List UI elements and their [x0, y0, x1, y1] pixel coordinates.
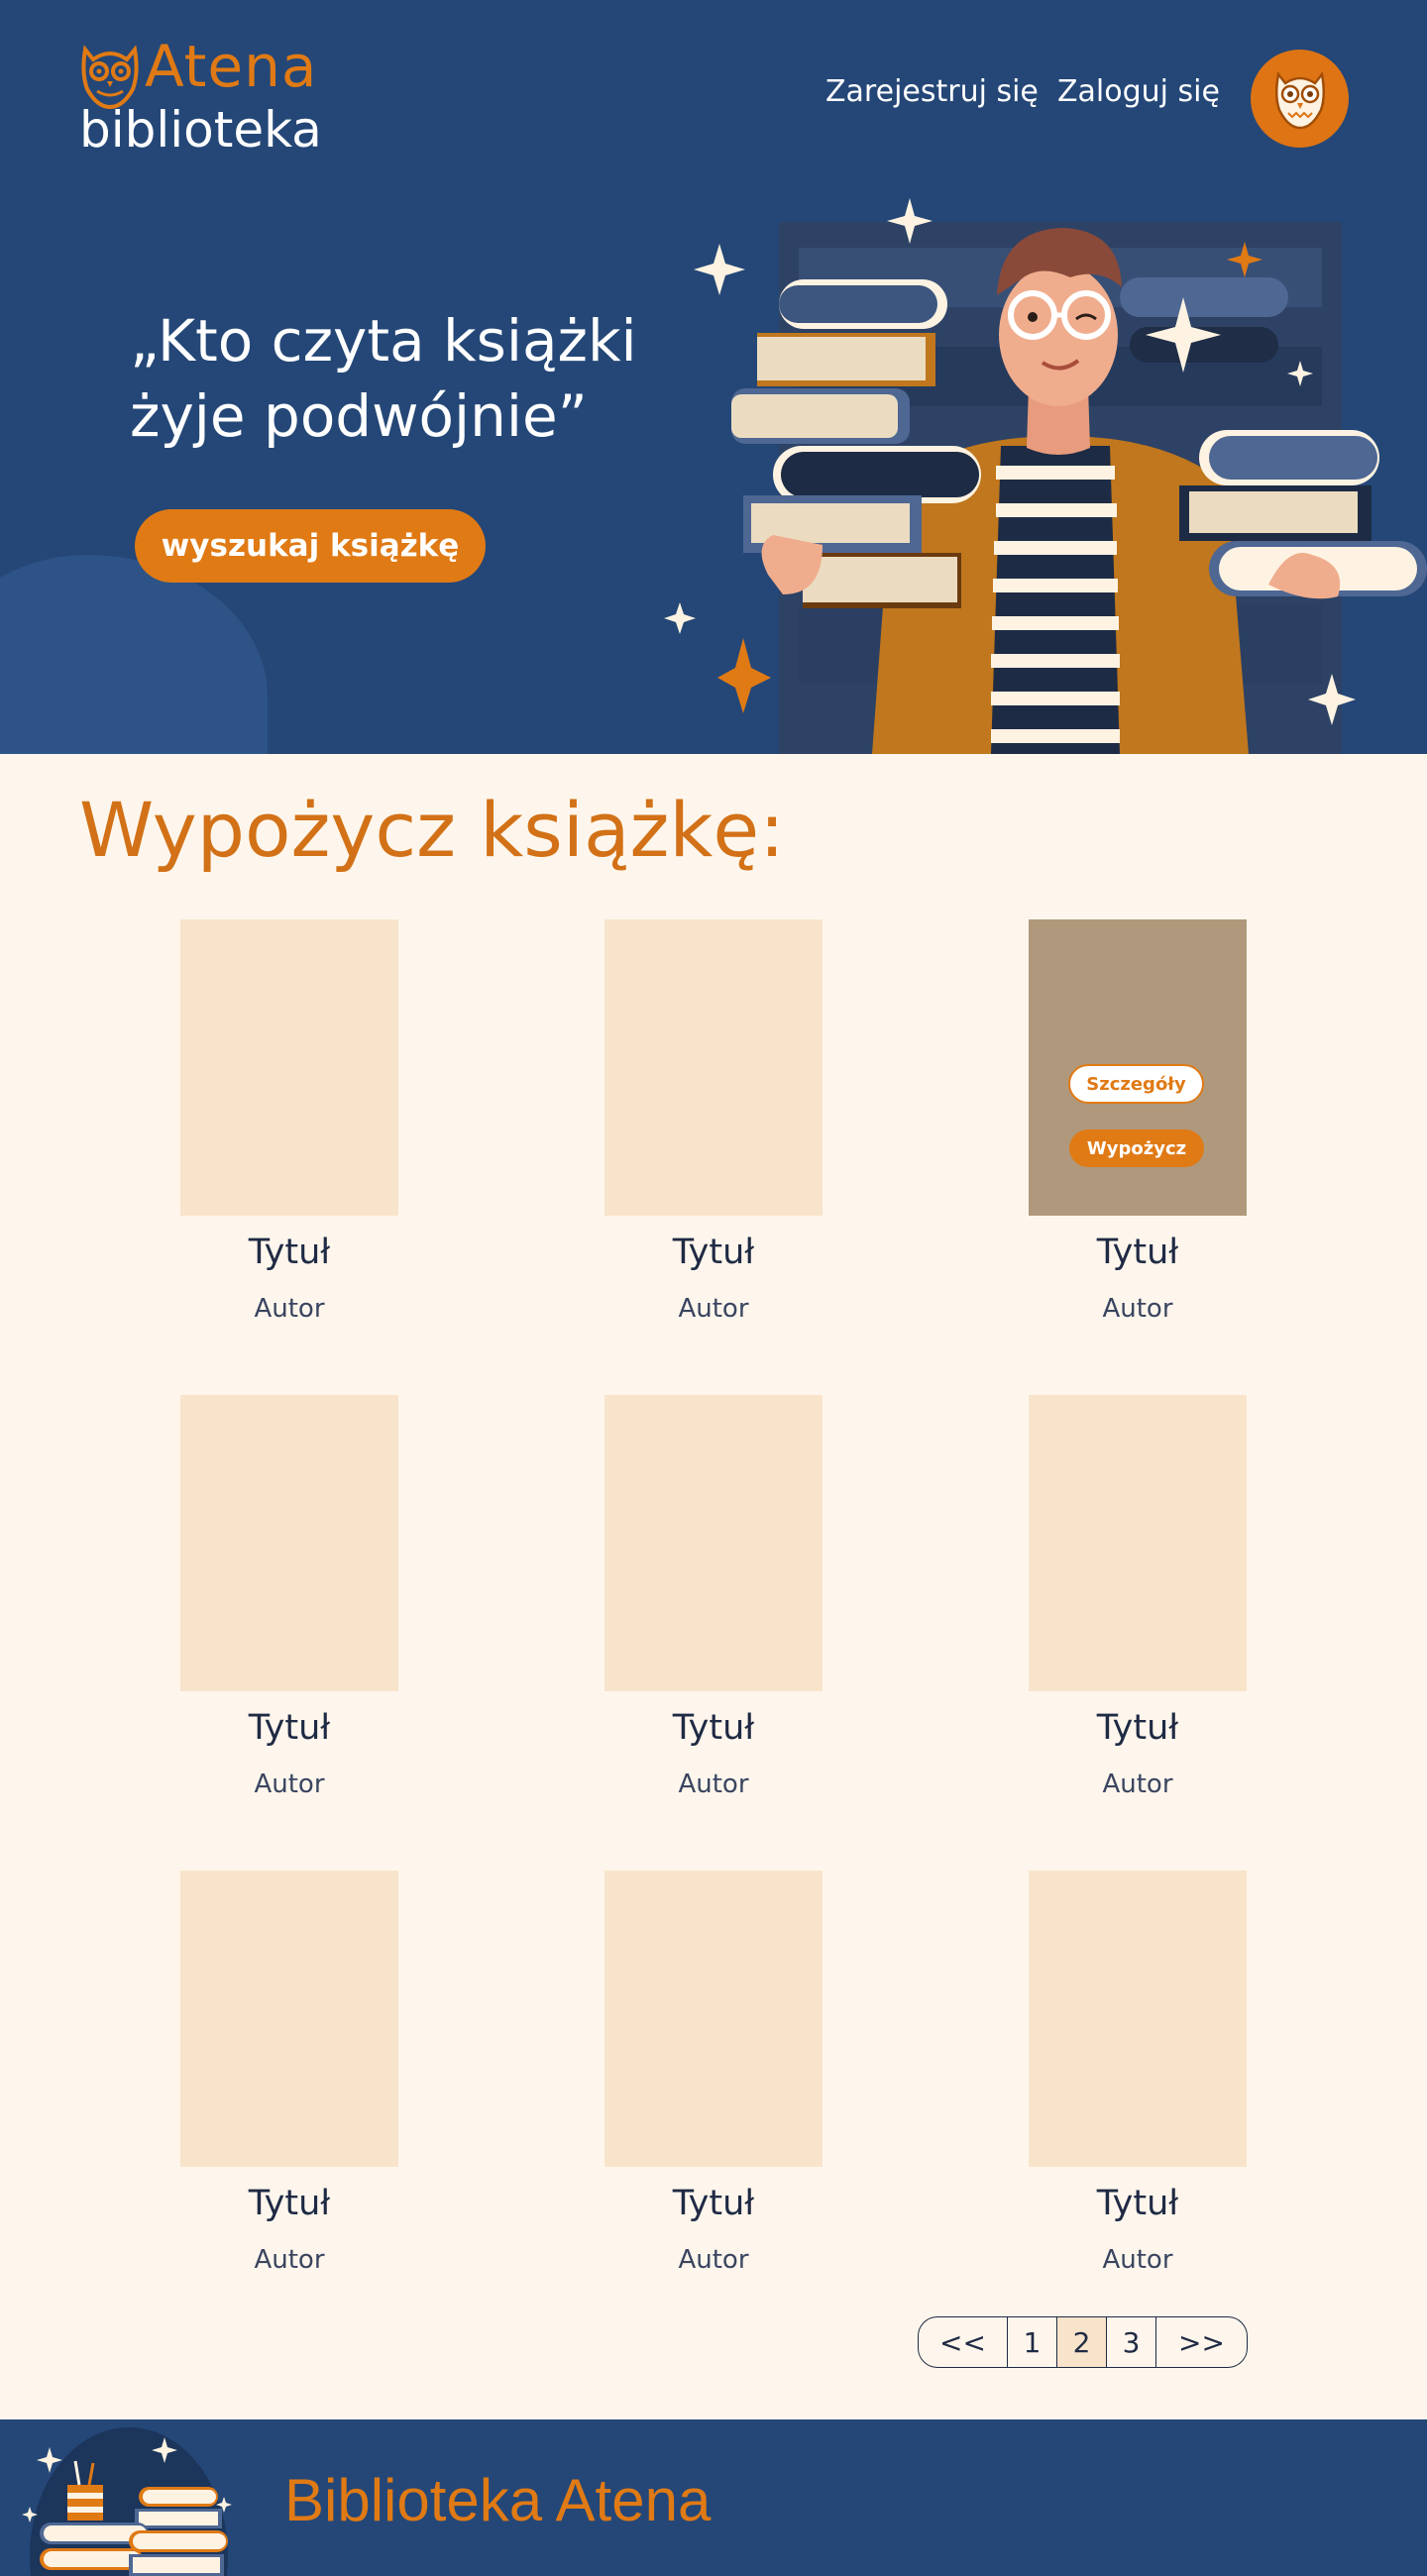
nav-register-link[interactable]: Zarejestruj się [825, 77, 1039, 107]
book-title: Tytuł [672, 1233, 755, 1272]
books-stack-illustration [22, 2427, 232, 2576]
book-title: Tytuł [1096, 1233, 1179, 1272]
book-cover[interactable] [604, 1395, 823, 1691]
book-author: Autor [254, 2245, 325, 2275]
book-author: Autor [678, 1294, 749, 1324]
book-card[interactable]: Tytuł Autor [604, 919, 823, 1322]
book-title: Tytuł [1096, 2184, 1179, 2223]
book-author: Autor [254, 1294, 325, 1324]
book-cover[interactable]: Szczegóły Wypożycz [1029, 919, 1247, 1216]
book-cover[interactable] [604, 1871, 823, 2167]
book-title: Tytuł [1096, 1708, 1179, 1748]
hero-quote: „Kto czyta książki żyje podwójnie” [130, 303, 685, 454]
book-author: Autor [1102, 2245, 1173, 2275]
pagination-next-button[interactable]: >> [1156, 2317, 1247, 2367]
pagination-page-1[interactable]: 1 [1008, 2317, 1057, 2367]
pagination-prev-button[interactable]: << [919, 2317, 1008, 2367]
user-avatar-button[interactable] [1251, 50, 1349, 148]
footer-title: Biblioteka Atena [284, 2467, 712, 2533]
book-author: Autor [254, 1770, 325, 1799]
reader-with-books-illustration [664, 198, 1427, 754]
book-author: Autor [1102, 1770, 1173, 1799]
book-cover[interactable] [180, 1395, 398, 1691]
logo-text-biblioteka: biblioteka [79, 101, 322, 159]
hero-section: Atena biblioteka Zarejestruj się Zaloguj… [0, 0, 1427, 754]
book-card[interactable]: Tytuł Autor [180, 1871, 398, 2273]
logo[interactable]: Atena biblioteka [77, 36, 335, 164]
book-card[interactable]: Tytuł Autor [180, 1395, 398, 1797]
pagination-page-3[interactable]: 3 [1107, 2317, 1156, 2367]
book-title: Tytuł [248, 1708, 331, 1748]
book-author: Autor [678, 2245, 749, 2275]
search-book-button[interactable]: wyszukaj książkę [135, 509, 486, 583]
pagination-page-2-current[interactable]: 2 [1057, 2317, 1107, 2367]
hero-quote-line1: „Kto czyta książki [130, 307, 637, 375]
decorative-blob [0, 555, 268, 754]
book-borrow-button[interactable]: Wypożycz [1069, 1129, 1204, 1167]
logo-text-atena: Atena [145, 33, 318, 100]
owl-icon [1274, 70, 1325, 129]
book-title: Tytuł [672, 1708, 755, 1748]
book-cover[interactable] [1029, 1395, 1247, 1691]
hero-quote-line2: żyje podwójnie” [130, 382, 588, 450]
book-card[interactable]: Tytuł Autor [604, 1395, 823, 1797]
book-card[interactable]: Tytuł Autor [180, 919, 398, 1322]
book-card[interactable]: Tytuł Autor [1029, 1871, 1247, 2273]
book-author: Autor [1102, 1294, 1173, 1324]
book-details-button[interactable]: Szczegóły [1068, 1064, 1204, 1104]
book-author: Autor [678, 1770, 749, 1799]
book-card[interactable]: Tytuł Autor [604, 1871, 823, 2273]
book-cover[interactable] [180, 1871, 398, 2167]
book-cover[interactable] [604, 919, 823, 1216]
book-title: Tytuł [248, 2184, 331, 2223]
pagination: << 1 2 3 >> [918, 2316, 1248, 2368]
book-cover[interactable] [180, 919, 398, 1216]
book-card-hovered[interactable]: Szczegóły Wypożycz Tytuł Autor [1029, 919, 1247, 1322]
book-cover[interactable] [1029, 1871, 1247, 2167]
footer: Biblioteka Atena [0, 2419, 1427, 2576]
book-title: Tytuł [248, 1233, 331, 1272]
book-card[interactable]: Tytuł Autor [1029, 1395, 1247, 1797]
book-title: Tytuł [672, 2184, 755, 2223]
section-title: Wypożycz książkę: [79, 786, 785, 874]
nav-login-link[interactable]: Zaloguj się [1057, 77, 1220, 107]
